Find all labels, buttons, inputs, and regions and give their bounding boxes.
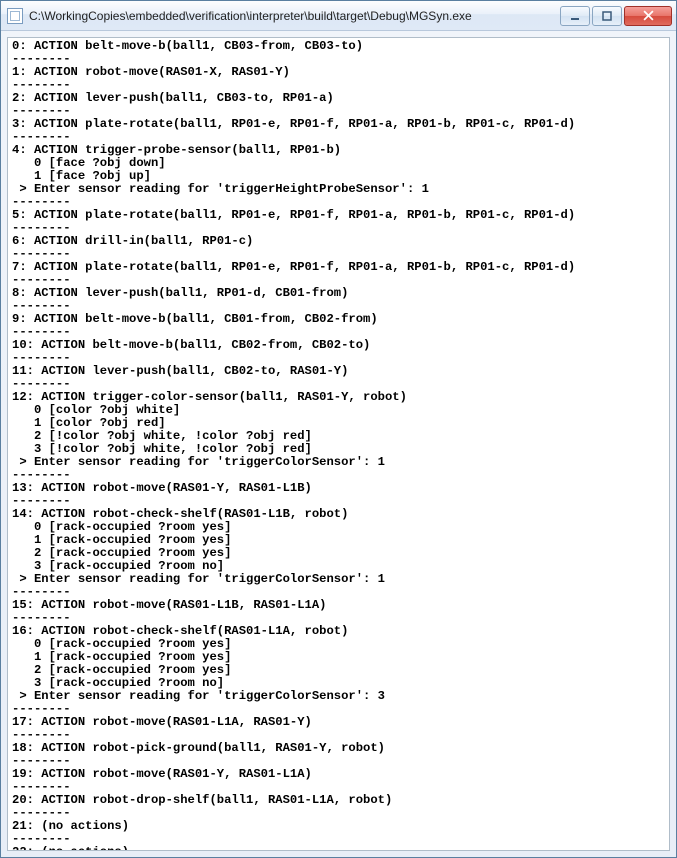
app-window: C:\WorkingCopies\embedded\verification\i…: [0, 0, 677, 858]
close-icon: [643, 10, 654, 21]
window-controls: [558, 6, 672, 26]
console-output[interactable]: 0: ACTION belt-move-b(ball1, CB03-from, …: [8, 38, 669, 850]
maximize-button[interactable]: [592, 6, 622, 26]
client-area: 0: ACTION belt-move-b(ball1, CB03-from, …: [7, 37, 670, 851]
minimize-icon: [570, 11, 580, 21]
maximize-icon: [602, 11, 612, 21]
close-button[interactable]: [624, 6, 672, 26]
window-title: C:\WorkingCopies\embedded\verification\i…: [29, 9, 558, 23]
minimize-button[interactable]: [560, 6, 590, 26]
titlebar[interactable]: C:\WorkingCopies\embedded\verification\i…: [1, 1, 676, 31]
app-icon: [7, 8, 23, 24]
